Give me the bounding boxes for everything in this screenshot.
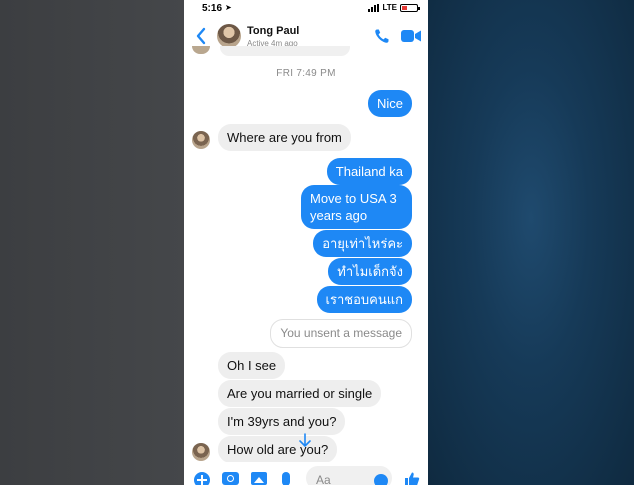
sender-avatar[interactable] bbox=[192, 443, 210, 461]
message-text-line: Move to USA 3 bbox=[310, 191, 397, 206]
status-bar: 5:16 ➤ LTE bbox=[184, 0, 428, 18]
like-icon[interactable] bbox=[404, 471, 420, 485]
message-input-placeholder: Aa bbox=[316, 473, 331, 485]
sender-avatar[interactable] bbox=[192, 131, 210, 149]
background-right bbox=[428, 0, 634, 485]
mic-icon[interactable] bbox=[282, 472, 290, 485]
photo-icon[interactable] bbox=[251, 472, 267, 485]
message-out[interactable]: อายุเท่าไหร่คะ bbox=[313, 230, 412, 257]
message-in[interactable]: Oh I see bbox=[218, 352, 286, 379]
video-icon[interactable] bbox=[401, 29, 421, 43]
message-in[interactable]: How old are you? bbox=[218, 436, 338, 463]
message-text-line: years ago bbox=[310, 208, 368, 223]
phone-icon[interactable] bbox=[374, 28, 390, 44]
plus-icon[interactable] bbox=[194, 472, 210, 485]
emoji-icon[interactable] bbox=[374, 474, 388, 485]
signal-icon bbox=[368, 3, 380, 12]
status-indicators: LTE bbox=[368, 3, 420, 12]
background-left bbox=[0, 0, 184, 485]
message-timestamp: FRI 7:49 PM bbox=[276, 68, 336, 79]
message-out[interactable]: Move to USA 3 years ago bbox=[301, 185, 412, 229]
unsent-notice: You unsent a message bbox=[270, 319, 412, 348]
arrow-down-icon[interactable] bbox=[291, 430, 319, 454]
status-time: 5:16 bbox=[202, 3, 223, 14]
composer-bar: Aa bbox=[184, 462, 428, 485]
battery-icon bbox=[400, 3, 420, 12]
message-in[interactable]: Where are you from bbox=[218, 124, 351, 151]
message-in[interactable]: Are you married or single bbox=[218, 380, 382, 407]
message-input[interactable]: Aa bbox=[306, 466, 392, 485]
message-out[interactable]: ทำไมเด็กจัง bbox=[328, 258, 412, 285]
previous-message-bubble bbox=[220, 46, 350, 56]
message-out[interactable]: Thailand ka bbox=[326, 158, 412, 185]
messenger-screen: 5:16 ➤ LTE Tong Paul Active 4m ago FRI 7… bbox=[184, 0, 428, 485]
message-in[interactable]: I'm 39yrs and you? bbox=[218, 408, 346, 435]
camera-icon[interactable] bbox=[222, 472, 239, 485]
location-icon: ➤ bbox=[225, 3, 232, 12]
contact-name[interactable]: Tong Paul bbox=[247, 25, 299, 37]
contact-avatar[interactable] bbox=[217, 24, 241, 48]
message-out[interactable]: Nice bbox=[367, 90, 412, 117]
network-label: LTE bbox=[382, 3, 397, 12]
message-out[interactable]: เราชอบคนแก bbox=[316, 286, 412, 313]
back-chevron-icon[interactable] bbox=[194, 26, 208, 46]
